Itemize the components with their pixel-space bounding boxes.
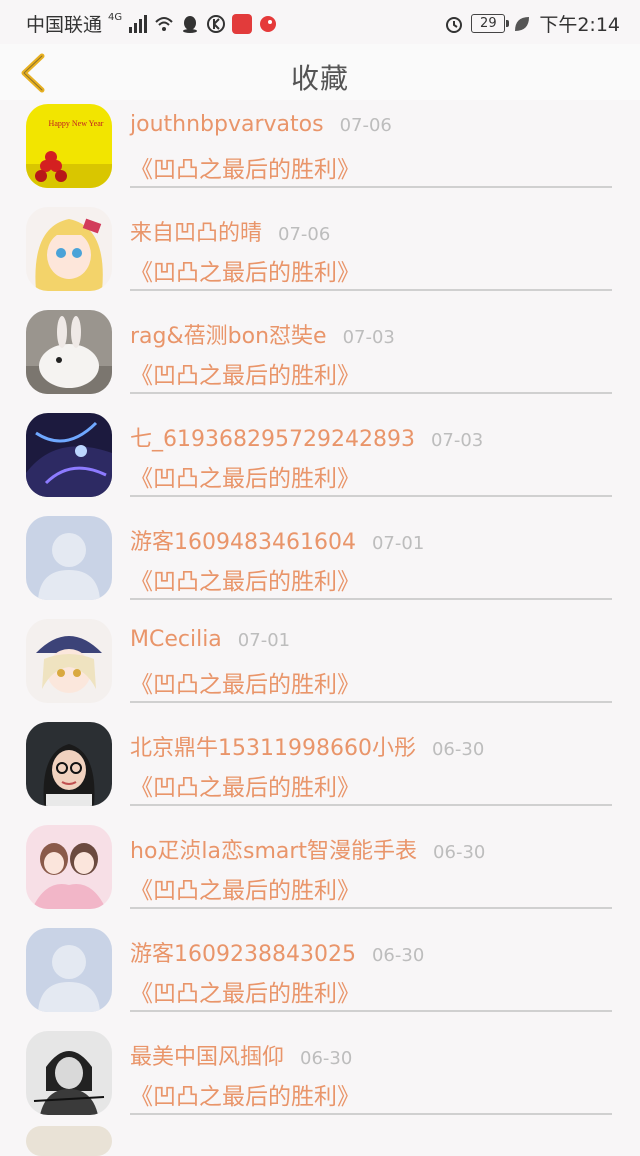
work-title-link[interactable]: 《凹凸之最后的胜利》 xyxy=(130,768,360,802)
user-name[interactable]: rag&蓓测bon怼奘e 07-03 xyxy=(130,318,395,350)
work-title-link[interactable]: 《凹凸之最后的胜利》 xyxy=(130,974,360,1008)
favorite-date: 07-06 xyxy=(339,115,392,136)
user-name[interactable]: 来自凹凸的晴 07-06 xyxy=(130,215,330,247)
new-year-avatar[interactable]: Happy New Year xyxy=(26,104,112,188)
anime-girl-avatar[interactable] xyxy=(26,207,112,291)
user-name[interactable]: 游客1609238843025 06-30 xyxy=(130,936,424,968)
favorite-date: 07-06 xyxy=(278,224,331,245)
user-name[interactable]: 游客1609483461604 07-01 xyxy=(130,524,424,556)
favorite-date: 07-01 xyxy=(237,630,291,651)
row-divider xyxy=(130,495,612,497)
favorite-date: 07-03 xyxy=(430,430,484,451)
leaf-icon xyxy=(515,16,530,31)
list-item[interactable]: 最美中国风掴仰 06-30 《凹凸之最后的胜利》 xyxy=(0,1027,640,1130)
battery-indicator: 29 xyxy=(471,14,510,33)
k-app-icon xyxy=(207,14,226,33)
row-divider xyxy=(130,907,612,909)
user-name[interactable]: jouthnbpvarvatos 07-06 xyxy=(130,112,392,137)
work-title-link[interactable]: 《凹凸之最后的胜利》 xyxy=(130,1077,360,1111)
status-left: 中国联通 4G xyxy=(26,10,278,37)
user-name[interactable]: 最美中国风掴仰 06-30 xyxy=(130,1039,352,1071)
alarm-icon xyxy=(446,16,463,33)
clock: 下午2:14 xyxy=(539,14,620,36)
list-item[interactable]: 七_619368295729242893 07-03 《凹凸之最后的胜利》 xyxy=(0,409,640,512)
list-item[interactable]: 游客1609238843025 06-30 《凹凸之最后的胜利》 xyxy=(0,924,640,1027)
favorite-date: 06-30 xyxy=(431,739,485,760)
list-item[interactable]: 游客1609483461604 07-01 《凹凸之最后的胜利》 xyxy=(0,512,640,615)
top-nav-bar: 收藏 xyxy=(0,44,640,100)
work-title-link[interactable]: 《凹凸之最后的胜利》 xyxy=(130,356,360,390)
anime-pair-avatar[interactable] xyxy=(26,825,112,909)
carrier-label: 中国联通 xyxy=(26,14,103,36)
page-title: 收藏 xyxy=(290,62,349,95)
row-divider xyxy=(130,1010,612,1012)
user-name[interactable]: ho疋浈la恋smart智漫能手表 06-30 xyxy=(130,833,485,865)
signal-icon xyxy=(129,14,148,33)
woman-glasses-avatar[interactable] xyxy=(26,722,112,806)
work-title-link[interactable]: 《凹凸之最后的胜利》 xyxy=(130,665,360,699)
work-title-link[interactable]: 《凹凸之最后的胜利》 xyxy=(130,871,360,905)
shopping-app-icon xyxy=(232,13,253,34)
list-item[interactable]: Happy New Year jouthnbpvarvatos 07-06 《凹凸… xyxy=(0,100,640,203)
list-item[interactable]: ho疋浈la恋smart智漫能手表 06-30 《凹凸之最后的胜利》 xyxy=(0,821,640,924)
work-title-link[interactable]: 《凹凸之最后的胜利》 xyxy=(130,459,360,493)
work-title-link[interactable]: 《凹凸之最后的胜利》 xyxy=(130,150,360,184)
list-item[interactable]: 来自凹凸的晴 07-06 《凹凸之最后的胜利》 xyxy=(0,203,640,306)
default-person-avatar[interactable] xyxy=(26,516,112,600)
work-title-link[interactable]: 《凹凸之最后的胜利》 xyxy=(130,562,360,596)
list-item[interactable]: MCecilia 07-01 《凹凸之最后的胜利》 xyxy=(0,615,640,718)
user-name[interactable]: 北京鼎牛15311998660小彤 06-30 xyxy=(130,730,484,762)
bw-girl-avatar[interactable] xyxy=(26,1031,112,1115)
rabbit-avatar[interactable] xyxy=(26,310,112,394)
status-right: 29 下午2:14 xyxy=(444,10,620,37)
row-divider xyxy=(130,392,612,394)
favorite-date: 07-03 xyxy=(342,327,395,348)
favorite-date: 07-01 xyxy=(371,533,425,554)
favorite-date: 06-30 xyxy=(433,842,486,863)
row-divider xyxy=(130,289,612,291)
user-name[interactable]: 七_619368295729242893 07-03 xyxy=(130,421,483,453)
work-title-link[interactable]: 《凹凸之最后的胜利》 xyxy=(130,253,360,287)
user-name[interactable]: MCecilia 07-01 xyxy=(130,627,290,652)
list-item[interactable]: rag&蓓测bon怼奘e 07-03 《凹凸之最后的胜利》 xyxy=(0,306,640,409)
qq-icon xyxy=(183,15,198,33)
dragon-avatar[interactable] xyxy=(26,413,112,497)
list-item[interactable]: 北京鼎牛15311998660小彤 06-30 《凹凸之最后的胜利》 xyxy=(0,718,640,821)
favorite-date: 06-30 xyxy=(300,1048,353,1069)
row-divider xyxy=(130,701,612,703)
favorites-list: Happy New Year jouthnbpvarvatos 07-06 《凹凸… xyxy=(0,100,640,1130)
row-divider xyxy=(130,1113,612,1115)
favorite-date: 06-30 xyxy=(371,945,425,966)
bird-app-icon xyxy=(260,15,277,32)
row-divider xyxy=(130,598,612,600)
wifi-icon xyxy=(155,16,173,31)
status-bar: 中国联通 4G 29 下午2:14 xyxy=(0,0,640,44)
row-divider xyxy=(130,186,612,188)
network-type: 4G xyxy=(108,12,123,23)
row-divider xyxy=(130,804,612,806)
default-person-avatar[interactable] xyxy=(26,928,112,1012)
next-avatar-partial[interactable] xyxy=(26,1126,112,1156)
anime-wizard-avatar[interactable] xyxy=(26,619,112,703)
svg-text:Happy New Year: Happy New Year xyxy=(49,119,104,128)
